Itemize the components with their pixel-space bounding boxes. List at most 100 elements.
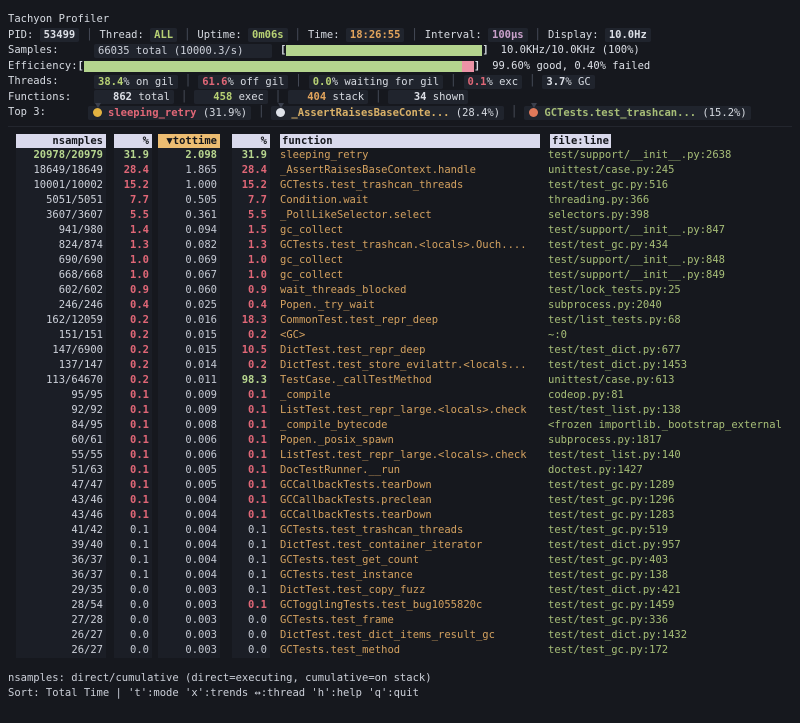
top3-item[interactable]: GCTests.test_trashcan... (15.2%) bbox=[524, 106, 750, 120]
table-row[interactable]: 5051/50517.70.5057.7Condition.waitthread… bbox=[8, 193, 792, 208]
table-row[interactable]: 84/950.10.0080.1_compile_bytecode<frozen… bbox=[8, 418, 792, 433]
table-row[interactable]: 43/460.10.0040.1GCCallbackTests.tearDown… bbox=[8, 508, 792, 523]
cum-pct-cell: 0.1 bbox=[232, 478, 270, 493]
top3-percent: (15.2%) bbox=[696, 107, 747, 119]
table-row[interactable]: 43/460.10.0040.1GCCallbackTests.preclean… bbox=[8, 493, 792, 508]
top3-item[interactable]: sleeping_retry (31.9%) bbox=[88, 106, 251, 120]
table-row[interactable]: 60/610.10.0060.1Popen._posix_spawnsubpro… bbox=[8, 433, 792, 448]
table-row[interactable]: 28/540.00.0030.1GCTogglingTests.test_bug… bbox=[8, 598, 792, 613]
samples-rate-bar bbox=[286, 45, 482, 56]
sample-pct-cell: 0.1 bbox=[114, 568, 152, 583]
table-row[interactable]: 690/6901.00.0691.0gc_collecttest/support… bbox=[8, 253, 792, 268]
table-row[interactable]: 668/6681.00.0671.0gc_collecttest/support… bbox=[8, 268, 792, 283]
cum-pct-cell: 98.3 bbox=[232, 373, 270, 388]
tottime-cell: 1.865 bbox=[158, 163, 220, 178]
tottime-cell: 0.003 bbox=[158, 583, 220, 598]
table-row[interactable]: 941/9801.40.0941.5gc_collecttest/support… bbox=[8, 223, 792, 238]
function-cell: ListTest.test_repr_large.<locals>.check bbox=[280, 448, 538, 463]
cum-pct-cell: 0.1 bbox=[232, 553, 270, 568]
efficiency-bar-close: ] bbox=[474, 59, 480, 75]
nsamples-cell: 36/37 bbox=[16, 568, 106, 583]
samples-total: 66035 total (10000.3/s) bbox=[94, 44, 272, 58]
top3-item[interactable]: _AssertRaisesBaseConte... (28.4%) bbox=[271, 106, 504, 120]
table-row[interactable]: 36/370.10.0040.1GCTests.test_instancetes… bbox=[8, 568, 792, 583]
table-row[interactable]: 27/280.00.0030.0GCTests.test_frametest/t… bbox=[8, 613, 792, 628]
table-row[interactable]: 113/646700.20.01198.3TestCase._callTestM… bbox=[8, 373, 792, 388]
sample-pct-cell: 0.1 bbox=[114, 388, 152, 403]
table-row[interactable]: 18649/1864928.41.86528.4_AssertRaisesBas… bbox=[8, 163, 792, 178]
table-row[interactable]: 26/270.00.0030.0GCTests.test_methodtest/… bbox=[8, 643, 792, 658]
efficiency-good-bar bbox=[84, 61, 462, 72]
table-row[interactable]: 602/6020.90.0600.9wait_threads_blockedte… bbox=[8, 283, 792, 298]
table-row[interactable]: 20978/2097931.92.09831.9sleeping_retryte… bbox=[8, 148, 792, 163]
separator: │ bbox=[295, 74, 301, 90]
separator: │ bbox=[375, 90, 381, 106]
tottime-cell: 0.025 bbox=[158, 298, 220, 313]
table-row[interactable]: 10001/1000215.21.00015.2GCTests.test_tra… bbox=[8, 178, 792, 193]
cum-pct-cell: 0.1 bbox=[232, 418, 270, 433]
table-row[interactable]: 147/69000.20.01510.5DictTest.test_repr_d… bbox=[8, 343, 792, 358]
file-line-cell: test/test_gc.py:519 bbox=[548, 523, 792, 538]
sample-pct-cell: 0.2 bbox=[114, 313, 152, 328]
column-header-tottime[interactable]: ▼tottime bbox=[158, 134, 220, 148]
info-value: ALL bbox=[150, 28, 177, 42]
table-row[interactable]: 162/120590.20.01618.3CommonTest.test_rep… bbox=[8, 313, 792, 328]
sample-pct-cell: 0.1 bbox=[114, 553, 152, 568]
table-row[interactable]: 246/2460.40.0250.4Popen._try_waitsubproc… bbox=[8, 298, 792, 313]
table-row[interactable]: 26/270.00.0030.0DictTest.test_dict_items… bbox=[8, 628, 792, 643]
tottime-cell: 0.003 bbox=[158, 613, 220, 628]
nsamples-cell: 246/246 bbox=[16, 298, 106, 313]
file-line-cell: test/test_dict.py:421 bbox=[548, 583, 792, 598]
info-item: Time: 18:26:55 bbox=[308, 28, 405, 44]
thread-stat: 61.6% off gil bbox=[198, 75, 288, 89]
table-row[interactable]: 39/400.10.0040.1DictTest.test_container_… bbox=[8, 538, 792, 553]
column-header-function[interactable]: function bbox=[280, 134, 540, 148]
function-cell: GCTogglingTests.test_bug1055820c bbox=[280, 598, 538, 613]
cum-pct-cell: 0.1 bbox=[232, 508, 270, 523]
table-row[interactable]: 36/370.10.0040.1GCTests.test_get_countte… bbox=[8, 553, 792, 568]
column-header-file-line[interactable]: file:line bbox=[550, 133, 792, 148]
table-row[interactable]: 3607/36075.50.3615.5_PollLikeSelector.se… bbox=[8, 208, 792, 223]
table-row[interactable]: 137/1470.20.0140.2DictTest.test_store_ev… bbox=[8, 358, 792, 373]
separator: │ bbox=[258, 105, 264, 121]
sample-pct-cell: 0.1 bbox=[114, 493, 152, 508]
nsamples-cell: 51/63 bbox=[16, 463, 106, 478]
file-line-cell: test/test_gc.py:403 bbox=[548, 553, 792, 568]
top3-items: sleeping_retry (31.9%) │ _AssertRaisesBase… bbox=[88, 105, 751, 121]
sample-pct-cell: 1.4 bbox=[114, 223, 152, 238]
nsamples-cell: 20978/20979 bbox=[16, 148, 106, 163]
function-cell: DictTest.test_store_evilattr.<locals... bbox=[280, 358, 538, 373]
cum-pct-cell: 0.1 bbox=[232, 448, 270, 463]
nsamples-cell: 26/27 bbox=[16, 628, 106, 643]
column-header-sample-pct[interactable]: % bbox=[114, 134, 152, 148]
sample-pct-cell: 0.1 bbox=[114, 538, 152, 553]
table-row[interactable]: 92/920.10.0090.1ListTest.test_repr_large… bbox=[8, 403, 792, 418]
table-row[interactable]: 41/420.10.0040.1GCTests.test_trashcan_th… bbox=[8, 523, 792, 538]
column-header-cum-pct[interactable]: % bbox=[232, 134, 270, 148]
table-row[interactable]: 29/350.00.0030.1DictTest.test_copy_fuzzt… bbox=[8, 583, 792, 598]
function-cell: GCTests.test_trashcan.<locals>.Ouch.... bbox=[280, 238, 538, 253]
sample-pct-cell: 0.0 bbox=[114, 613, 152, 628]
table-row[interactable]: 55/550.10.0060.1ListTest.test_repr_large… bbox=[8, 448, 792, 463]
nsamples-cell: 137/147 bbox=[16, 358, 106, 373]
function-cell: DictTest.test_container_iterator bbox=[280, 538, 538, 553]
column-header-nsamples[interactable]: nsamples bbox=[16, 134, 106, 148]
cum-pct-cell: 1.5 bbox=[232, 223, 270, 238]
functions-line: Functions: 862 total│458 exec│404 stack│… bbox=[8, 90, 792, 106]
table-row[interactable]: 824/8741.30.0821.3GCTests.test_trashcan.… bbox=[8, 238, 792, 253]
table-row[interactable]: 95/950.10.0090.1_compilecodeop.py:81 bbox=[8, 388, 792, 403]
cum-pct-cell: 0.0 bbox=[232, 628, 270, 643]
sample-pct-cell: 7.7 bbox=[114, 193, 152, 208]
tottime-cell: 0.003 bbox=[158, 628, 220, 643]
file-line-cell: test/lock_tests.py:25 bbox=[548, 283, 792, 298]
table-row[interactable]: 151/1510.20.0150.2<GC>~:0 bbox=[8, 328, 792, 343]
threads-line: Threads: 38.4% on gil│61.6% off gil│0.0%… bbox=[8, 74, 792, 90]
tottime-cell: 0.006 bbox=[158, 448, 220, 463]
tottime-cell: 0.069 bbox=[158, 253, 220, 268]
table-row[interactable]: 51/630.10.0050.1DocTestRunner.__rundocte… bbox=[8, 463, 792, 478]
table-row[interactable]: 47/470.10.0050.1GCCallbackTests.tearDown… bbox=[8, 478, 792, 493]
function-cell: <GC> bbox=[280, 328, 538, 343]
nsamples-cell: 36/37 bbox=[16, 553, 106, 568]
nsamples-cell: 60/61 bbox=[16, 433, 106, 448]
function-cell: DictTest.test_dict_items_result_gc bbox=[280, 628, 538, 643]
